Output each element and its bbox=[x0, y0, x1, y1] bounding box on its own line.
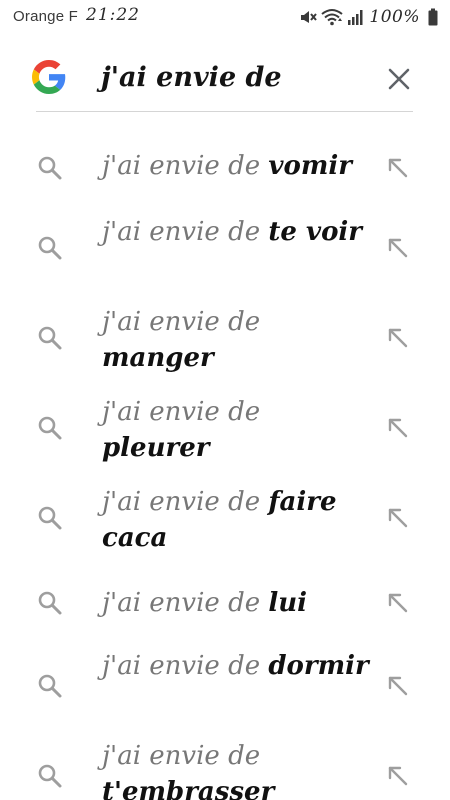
carrier-name: Orange F bbox=[13, 8, 78, 25]
suggestion-item[interactable]: j'ai envie de pleurer bbox=[0, 388, 450, 468]
arrow-up-left-icon[interactable] bbox=[385, 235, 411, 261]
suggestion-item[interactable]: j'ai envie de lui bbox=[0, 568, 450, 638]
suggestion-item[interactable]: j'ai envie de t'embrasser bbox=[0, 736, 450, 800]
suggestion-prefix: j'ai envie de bbox=[102, 307, 261, 337]
signal-icon bbox=[348, 10, 363, 25]
suggestion-text: j'ai envie de manger bbox=[102, 304, 374, 376]
search-icon bbox=[38, 236, 62, 260]
suggestion-list: j'ai envie de vomir j'ai envie de te voi… bbox=[0, 118, 450, 800]
arrow-up-left-icon[interactable] bbox=[385, 505, 411, 531]
suggestion-completion: t'embrasser bbox=[102, 777, 275, 800]
search-icon bbox=[38, 764, 62, 788]
suggestion-prefix: j'ai envie de bbox=[102, 741, 261, 771]
search-bar: j'ai envie de bbox=[0, 36, 450, 114]
suggestion-text: j'ai envie de t'embrasser bbox=[102, 738, 374, 800]
close-icon[interactable] bbox=[386, 66, 412, 92]
suggestion-prefix: j'ai envie de bbox=[102, 217, 261, 247]
arrow-up-left-icon[interactable] bbox=[385, 763, 411, 789]
suggestion-item[interactable]: j'ai envie de faire caca bbox=[0, 478, 450, 558]
arrow-up-left-icon[interactable] bbox=[385, 325, 411, 351]
status-icons: 100% bbox=[295, 6, 438, 28]
google-logo-icon bbox=[32, 60, 66, 94]
battery-level: 100% bbox=[369, 7, 420, 27]
suggestion-prefix: j'ai envie de bbox=[102, 588, 261, 618]
suggestion-item[interactable]: j'ai envie de te voir bbox=[0, 208, 450, 288]
arrow-up-left-icon[interactable] bbox=[385, 155, 411, 181]
search-icon bbox=[38, 591, 62, 615]
search-icon bbox=[38, 326, 62, 350]
wifi-icon bbox=[321, 9, 344, 26]
suggestion-item[interactable]: j'ai envie de manger bbox=[0, 298, 450, 378]
search-icon bbox=[38, 416, 62, 440]
search-divider bbox=[36, 111, 413, 112]
status-time: 21:22 bbox=[86, 5, 140, 25]
suggestion-prefix: j'ai envie de bbox=[102, 397, 261, 427]
search-icon bbox=[38, 674, 62, 698]
arrow-up-left-icon[interactable] bbox=[385, 590, 411, 616]
status-bar: Orange F 21:22 100% bbox=[0, 0, 450, 36]
mute-icon bbox=[301, 11, 318, 23]
battery-icon bbox=[428, 8, 438, 26]
arrow-up-left-icon[interactable] bbox=[385, 673, 411, 699]
suggestion-item[interactable]: j'ai envie de vomir bbox=[0, 130, 450, 202]
suggestion-completion: lui bbox=[268, 588, 308, 618]
suggestion-completion: te voir bbox=[268, 217, 363, 247]
search-input[interactable]: j'ai envie de bbox=[101, 62, 282, 93]
suggestion-prefix: j'ai envie de bbox=[102, 487, 261, 517]
search-icon bbox=[38, 156, 62, 180]
suggestion-prefix: j'ai envie de bbox=[102, 151, 261, 181]
suggestion-completion: dormir bbox=[268, 651, 369, 681]
suggestion-text: j'ai envie de pleurer bbox=[102, 394, 374, 466]
suggestion-text: j'ai envie de dormir bbox=[102, 648, 374, 684]
suggestion-completion: pleurer bbox=[102, 433, 210, 463]
suggestion-text: j'ai envie de vomir bbox=[102, 148, 374, 184]
suggestion-text: j'ai envie de te voir bbox=[102, 214, 374, 250]
suggestion-completion: manger bbox=[102, 343, 214, 373]
suggestion-text: j'ai envie de faire caca bbox=[102, 484, 374, 556]
search-icon bbox=[38, 506, 62, 530]
suggestion-completion: vomir bbox=[268, 151, 352, 181]
suggestion-prefix: j'ai envie de bbox=[102, 651, 261, 681]
suggestion-item[interactable]: j'ai envie de dormir bbox=[0, 646, 450, 726]
suggestion-text: j'ai envie de lui bbox=[102, 585, 374, 621]
arrow-up-left-icon[interactable] bbox=[385, 415, 411, 441]
